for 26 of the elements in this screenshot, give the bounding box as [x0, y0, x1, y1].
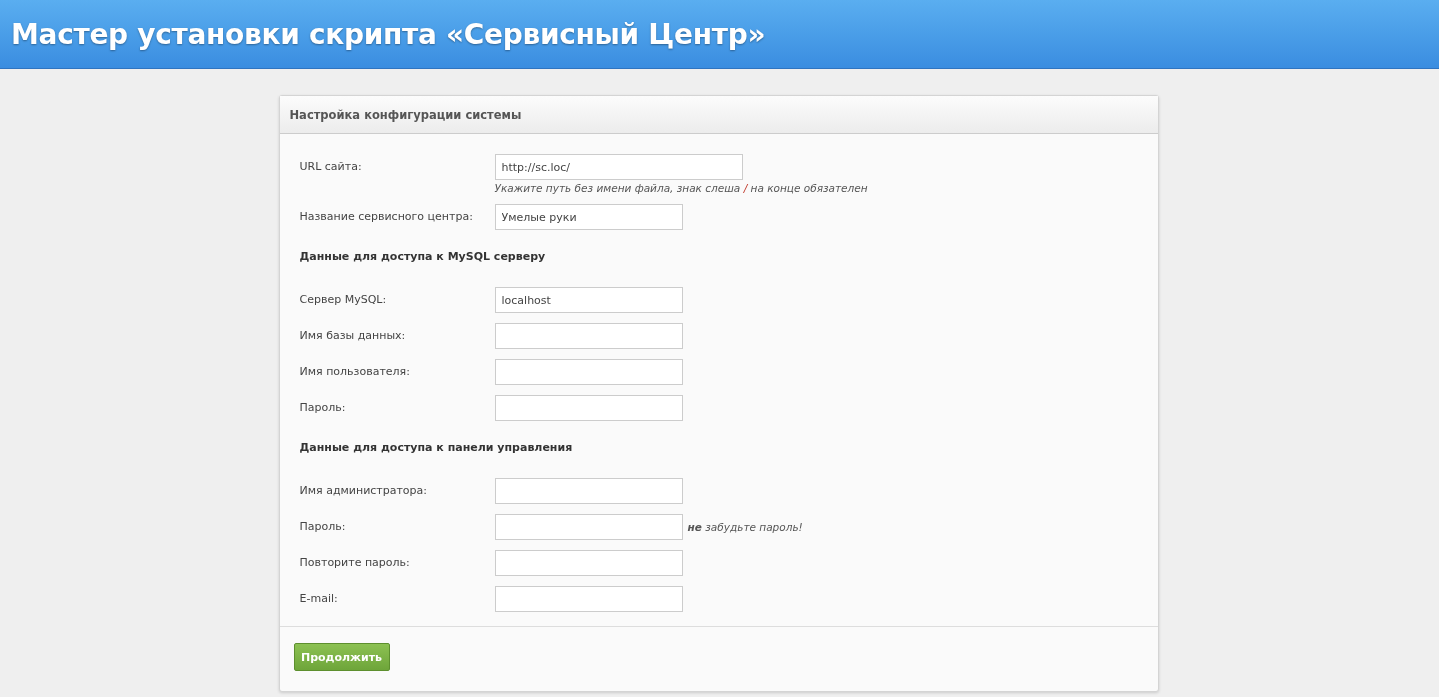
input-field[interactable]: Умелые руки: [494, 204, 683, 230]
field-label: E-mail:: [299, 591, 339, 607]
field-label: Сервер MySQL:: [299, 292, 388, 308]
section-heading: Данные для доступа к MySQL серверу: [299, 249, 547, 265]
input-field[interactable]: [494, 359, 683, 385]
field-label: Пароль:: [299, 400, 347, 416]
field-label: Имя базы данных:: [299, 328, 407, 344]
field-label: Пароль:: [299, 519, 347, 535]
input-field[interactable]: http://sc.loc/: [494, 154, 743, 180]
field-label: URL сайта:: [299, 159, 363, 175]
input-field[interactable]: [494, 550, 683, 576]
panel-title: Настройка конфигурации системы: [289, 107, 522, 122]
input-field[interactable]: [494, 323, 683, 349]
password-note: не забудьте пароль!: [687, 521, 803, 533]
section-heading: Данные для доступа к панели управления: [299, 440, 574, 456]
page-title: Мастер установки скрипта «Сервисный Центр»: [11, 17, 766, 51]
input-field[interactable]: [494, 514, 683, 540]
hint-text: Укажите путь без имени файла, знак слеша / на конце обязателен: [494, 182, 868, 194]
field-label: Имя пользователя:: [299, 364, 411, 380]
field-label: Имя администратора:: [299, 483, 429, 499]
field-label: Повторите пароль:: [299, 555, 411, 571]
input-field[interactable]: [494, 586, 683, 612]
input-field[interactable]: [494, 395, 683, 421]
input-field[interactable]: [494, 478, 683, 504]
input-field[interactable]: localhost: [494, 287, 683, 313]
field-label: Название сервисного центра:: [299, 209, 474, 225]
